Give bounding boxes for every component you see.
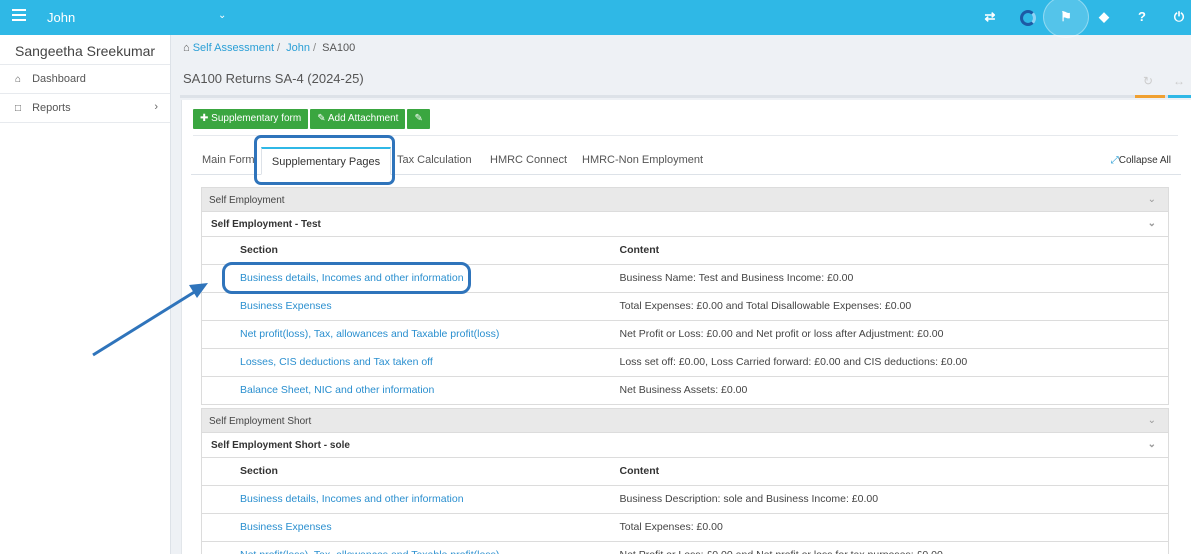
section-title: Self Employment <box>209 195 285 206</box>
column-header: Content <box>619 237 1169 265</box>
switch-icon[interactable]: ⇄ <box>981 9 999 25</box>
breadcrumb: ⌂ Self Assessment / John / SA100 <box>183 42 356 54</box>
collapse-all-label: Collapse All <box>1118 155 1171 166</box>
sidebar: Sangeetha Sreekumar ⌂ Dashboard □ Report… <box>0 35 171 554</box>
column-header: Section <box>201 237 620 265</box>
chevron-down-icon[interactable]: ⌄ <box>1148 439 1156 450</box>
table-row: Business Expenses Total Expenses: £0.00 <box>201 513 1169 542</box>
table-row: Business details, Incomes and other info… <box>201 485 1169 514</box>
button-label: Add Attachment <box>327 113 399 124</box>
section-content: Net Profit or Loss: £0.00 and Net profit… <box>619 320 1169 349</box>
column-header: Section <box>201 458 620 486</box>
link-highlight-box <box>222 262 471 294</box>
supplementary-form-button[interactable]: ✚ Supplementary form <box>193 109 309 129</box>
chevron-down-icon[interactable]: ⌄ <box>1148 415 1156 426</box>
section-link[interactable]: Business details, Incomes and other info… <box>201 485 620 514</box>
announcement-icon[interactable]: ⚑ <box>1057 9 1075 25</box>
tag-icon[interactable]: ◆ <box>1095 9 1113 25</box>
top-navbar: John ⌄ ⇄ ⚑ ◆ ? ⏻ <box>0 0 1191 38</box>
section-link[interactable]: Net profit(loss), Tax, allowances and Ta… <box>201 541 620 554</box>
breadcrumb-current: SA100 <box>322 42 356 54</box>
section-link[interactable]: Business Expenses <box>201 513 620 542</box>
section-content: Total Expenses: £0.00 <box>619 513 1169 542</box>
edit-button[interactable]: ✎ <box>407 109 430 129</box>
tab-main-form[interactable]: Main Form <box>202 147 255 175</box>
chevron-down-icon[interactable]: ⌄ <box>1148 194 1156 205</box>
section-link[interactable]: Balance Sheet, NIC and other information <box>201 376 620 405</box>
table-header-row: Section Content <box>201 458 1169 486</box>
client-name[interactable]: John <box>47 10 75 25</box>
collapse-all-link[interactable]: ⤢Collapse All <box>1111 155 1171 166</box>
button-label: Supplementary form <box>211 113 302 124</box>
table-row: Balance Sheet, NIC and other information… <box>201 376 1169 405</box>
sidebar-item-dashboard[interactable]: ⌂ Dashboard <box>0 65 170 94</box>
section-content: Total Expenses: £0.00 and Total Disallow… <box>619 292 1169 321</box>
sidebar-item-label: Reports <box>32 102 71 114</box>
header-divider <box>180 95 1191 98</box>
plus-icon: ✚ <box>200 113 209 124</box>
help-icon[interactable]: ? <box>1133 9 1151 24</box>
compress-icon: ⤢ <box>1110 155 1119 166</box>
sidebar-item-label: Dashboard <box>32 73 86 85</box>
column-header: Content <box>619 458 1169 486</box>
menu-icon[interactable] <box>12 9 26 23</box>
section-table: Section Content Business details, Income… <box>201 458 1169 554</box>
home-icon: ⌂ <box>15 74 22 85</box>
section-header[interactable]: Self Employment ⌄ <box>201 187 1169 212</box>
section-content: Business Name: Test and Business Income:… <box>619 264 1169 293</box>
tab-hmrc-non-employment[interactable]: HMRC-Non Employment <box>582 147 703 175</box>
table-row: Business Expenses Total Expenses: £0.00 … <box>201 292 1169 321</box>
refresh-icon[interactable]: ↻ <box>1143 74 1153 88</box>
subsection-title: Self Employment - Test <box>211 219 321 230</box>
chevron-down-icon[interactable]: ⌄ <box>1148 218 1156 229</box>
section-link[interactable]: Business Expenses <box>201 292 620 321</box>
section-content: Loss set off: £0.00, Loss Carried forwar… <box>619 348 1169 377</box>
section-title: Self Employment Short <box>209 416 312 427</box>
subsection-title: Self Employment Short - sole <box>211 440 350 451</box>
subsection-header[interactable]: Self Employment Short - sole ⌄ <box>201 433 1169 458</box>
chevron-right-icon: › <box>154 101 158 113</box>
section-content: Net Profit or Loss: £0.00 and Net profit… <box>619 541 1169 554</box>
section-link[interactable]: Losses, CIS deductions and Tax taken off <box>201 348 620 377</box>
add-attachment-button[interactable]: ✎ Add Attachment <box>310 109 406 129</box>
caret-down-icon[interactable]: ⌄ <box>218 10 226 21</box>
expand-icon[interactable]: ↔ <box>1173 74 1185 88</box>
section-link[interactable]: Net profit(loss), Tax, allowances and Ta… <box>201 320 620 349</box>
edit-icon: ✎ <box>414 113 423 124</box>
user-name: Sangeetha Sreekumar <box>0 35 170 65</box>
c-logo-icon[interactable] <box>1020 10 1036 26</box>
file-icon: □ <box>15 103 22 114</box>
toolbar: ✚ Supplementary form ✎ Add Attachment ✎ <box>193 109 432 129</box>
subsection-header[interactable]: Self Employment - Test ⌄ <box>201 212 1169 237</box>
section-content: Business Description: sole and Business … <box>619 485 1169 514</box>
tab-highlight-box <box>254 135 395 185</box>
breadcrumb-client[interactable]: John <box>286 42 310 54</box>
table-row: Losses, CIS deductions and Tax taken off… <box>201 348 1169 377</box>
home-icon[interactable]: ⌂ <box>183 42 190 54</box>
tab-hmrc-connect[interactable]: HMRC Connect <box>490 147 567 175</box>
tab-tax-calculation[interactable]: Tax Calculation <box>397 147 472 175</box>
breadcrumb-self-assessment[interactable]: Self Assessment <box>193 42 274 54</box>
power-icon[interactable]: ⏻ <box>1170 9 1188 25</box>
table-header-row: Section Content <box>201 237 1169 265</box>
page-title: SA100 Returns SA-4 (2024-25) <box>183 71 364 86</box>
section-content: Net Business Assets: £0.00 <box>619 376 1169 405</box>
sidebar-item-reports[interactable]: □ Reports › <box>0 94 170 123</box>
table-row: Net profit(loss), Tax, allowances and Ta… <box>201 541 1169 554</box>
paperclip-icon: ✎ <box>317 113 326 124</box>
section-header[interactable]: Self Employment Short ⌄ <box>201 408 1169 433</box>
table-row: Net profit(loss), Tax, allowances and Ta… <box>201 320 1169 349</box>
